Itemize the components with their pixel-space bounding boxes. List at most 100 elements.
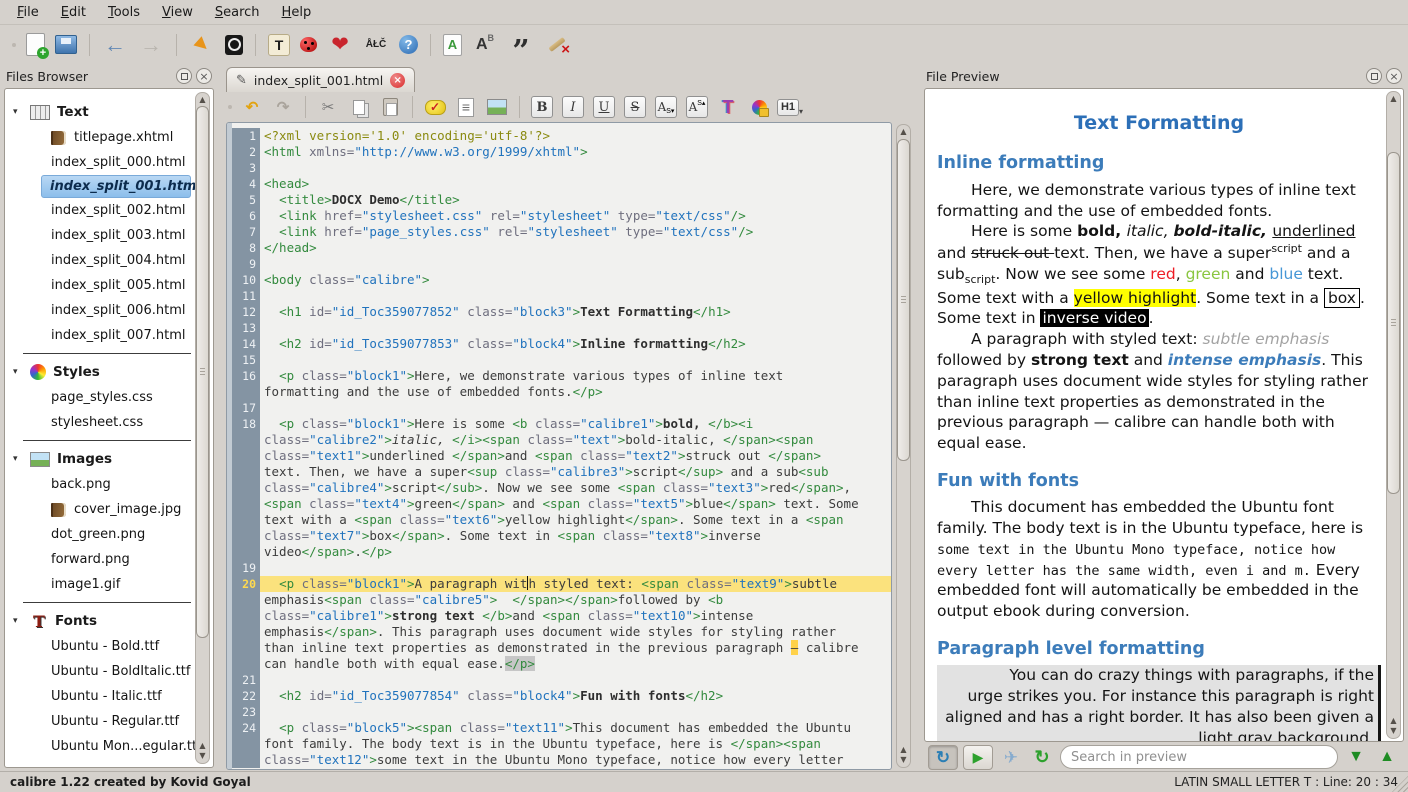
scroll-up-icon[interactable]: ▲ (1387, 716, 1400, 726)
files-section-styles[interactable]: ▾Styles (11, 359, 195, 385)
file-item[interactable]: index_split_005.html (11, 273, 195, 298)
go-forward-button[interactable] (137, 31, 165, 59)
scroll-up-icon[interactable]: ▲ (897, 127, 910, 137)
scroll-up-icon[interactable]: ▲ (196, 95, 209, 105)
italic-button[interactable] (561, 95, 585, 119)
styles-button[interactable] (747, 95, 771, 119)
file-item[interactable]: Ubuntu - Bold.ttf (11, 634, 195, 659)
go-back-button[interactable] (101, 31, 129, 59)
files-scrollbar[interactable]: ▲ ▲ ▼ (195, 92, 210, 764)
file-item[interactable]: forward.png (11, 547, 195, 572)
file-item[interactable]: index_split_000.html (11, 150, 195, 175)
cut-button[interactable] (316, 95, 340, 119)
run-button[interactable] (963, 745, 993, 770)
file-item[interactable]: dot_green.png (11, 522, 195, 547)
goto-pin-button[interactable] (188, 31, 216, 59)
refresh-button[interactable] (1029, 745, 1055, 770)
code-text (260, 320, 891, 336)
help-button[interactable] (398, 34, 419, 55)
send-button[interactable] (998, 745, 1024, 770)
float-panel-icon[interactable] (176, 68, 192, 84)
tab-close-icon[interactable]: × (390, 73, 405, 88)
spellcheck-button[interactable] (362, 31, 390, 59)
file-item[interactable]: Ubuntu - Italic.ttf (11, 684, 195, 709)
chevron-down-icon[interactable]: ▾ (13, 454, 23, 464)
underline-button[interactable] (592, 95, 616, 119)
file-item[interactable]: Ubuntu - Regular.ttf (11, 709, 195, 734)
bold-button[interactable] (530, 95, 554, 119)
menu-item-file[interactable]: File (6, 2, 50, 23)
beautify-all-button[interactable] (442, 33, 463, 57)
files-scroll-thumb[interactable] (196, 106, 209, 638)
copy-button[interactable] (347, 95, 371, 119)
scroll-down-icon[interactable]: ▼ (1387, 726, 1400, 736)
file-item[interactable]: back.png (11, 472, 195, 497)
files-section-fonts[interactable]: ▾Fonts (11, 608, 195, 634)
file-item[interactable]: index_split_001.html (41, 175, 191, 198)
menu-item-tools[interactable]: Tools (97, 2, 151, 23)
files-section-text[interactable]: ▾Text (11, 99, 195, 125)
undo-button[interactable] (240, 95, 264, 119)
close-panel-icon[interactable] (1386, 68, 1402, 84)
change-case-button[interactable] (471, 31, 499, 59)
editor-scroll-thumb[interactable] (897, 139, 910, 461)
file-item[interactable]: cover_image.jpg (11, 497, 195, 522)
heading-button[interactable] (778, 95, 802, 119)
subscript-button[interactable] (654, 95, 678, 119)
close-panel-icon[interactable] (196, 68, 212, 84)
file-item[interactable]: index_split_007.html (11, 323, 195, 348)
file-item[interactable]: index_split_004.html (11, 248, 195, 273)
file-item[interactable]: index_split_006.html (11, 298, 195, 323)
insert-image-button[interactable] (485, 95, 509, 119)
file-item[interactable]: page_styles.css (11, 385, 195, 410)
menu-item-view[interactable]: View (151, 2, 204, 23)
preview-search-input[interactable] (1060, 745, 1338, 769)
beautify-button[interactable] (454, 95, 478, 119)
find-previous-icon (1374, 744, 1400, 770)
strikethrough-button[interactable] (623, 95, 647, 119)
file-item[interactable]: index_split_002.html (11, 198, 195, 223)
chevron-down-icon[interactable]: ▾ (13, 107, 23, 117)
float-panel-icon[interactable] (1366, 68, 1382, 84)
code-editor[interactable]: 1<?xml version='1.0' encoding='utf-8'?>2… (226, 122, 892, 770)
remove-unused-button[interactable] (543, 31, 571, 59)
file-item[interactable]: titlepage.xhtml (11, 125, 195, 150)
auto-reload-button[interactable] (928, 745, 958, 770)
find-previous-button[interactable] (1374, 745, 1400, 770)
chevron-down-icon[interactable]: ▾ (13, 616, 23, 626)
chevron-down-icon[interactable]: ▾ (13, 367, 23, 377)
file-item[interactable]: Ubuntu Mon...egular.ttf (11, 734, 195, 759)
superscript-button[interactable] (685, 95, 709, 119)
find-next-button[interactable] (1343, 745, 1369, 770)
check-book-button[interactable] (299, 36, 318, 53)
book-dark-button[interactable] (224, 34, 244, 56)
files-section-images[interactable]: ▾Images (11, 446, 195, 472)
redo-button[interactable] (271, 95, 295, 119)
save-button[interactable] (54, 34, 78, 55)
code-text: text. Then, we have a super<sup class="c… (260, 464, 891, 480)
html-check-button[interactable] (423, 95, 447, 119)
file-item[interactable]: index_split_003.html (11, 223, 195, 248)
menu-item-edit[interactable]: Edit (50, 2, 97, 23)
file-item[interactable]: stylesheet.css (11, 410, 195, 435)
menu-item-search[interactable]: Search (204, 2, 271, 23)
scroll-down-icon[interactable]: ▼ (897, 755, 910, 765)
file-item[interactable]: image1.gif (11, 572, 195, 597)
editor-tab[interactable]: ✎ index_split_001.html × (226, 67, 415, 92)
preview-scrollbar[interactable]: ▲ ▲ ▼ (1386, 91, 1401, 739)
paste-button[interactable] (378, 95, 402, 119)
smart-quotes-button[interactable] (507, 31, 535, 59)
editor-tab-bar: ✎ index_split_001.html × (218, 64, 920, 92)
file-item[interactable]: Ubuntu - BoldItalic.ttf (11, 659, 195, 684)
scroll-up-icon[interactable]: ▲ (196, 741, 209, 751)
tile-t-button[interactable] (267, 33, 291, 57)
scroll-up-icon[interactable]: ▲ (897, 745, 910, 755)
new-file-button[interactable] (25, 32, 46, 57)
text-color-button[interactable] (716, 95, 740, 119)
scroll-down-icon[interactable]: ▼ (196, 751, 209, 761)
scroll-up-icon[interactable]: ▲ (1387, 94, 1400, 104)
donate-heart-button[interactable] (326, 31, 354, 59)
editor-scrollbar[interactable]: ▲ ▲ ▼ (896, 124, 911, 768)
preview-scroll-thumb[interactable] (1387, 152, 1400, 494)
menu-item-help[interactable]: Help (271, 2, 323, 23)
